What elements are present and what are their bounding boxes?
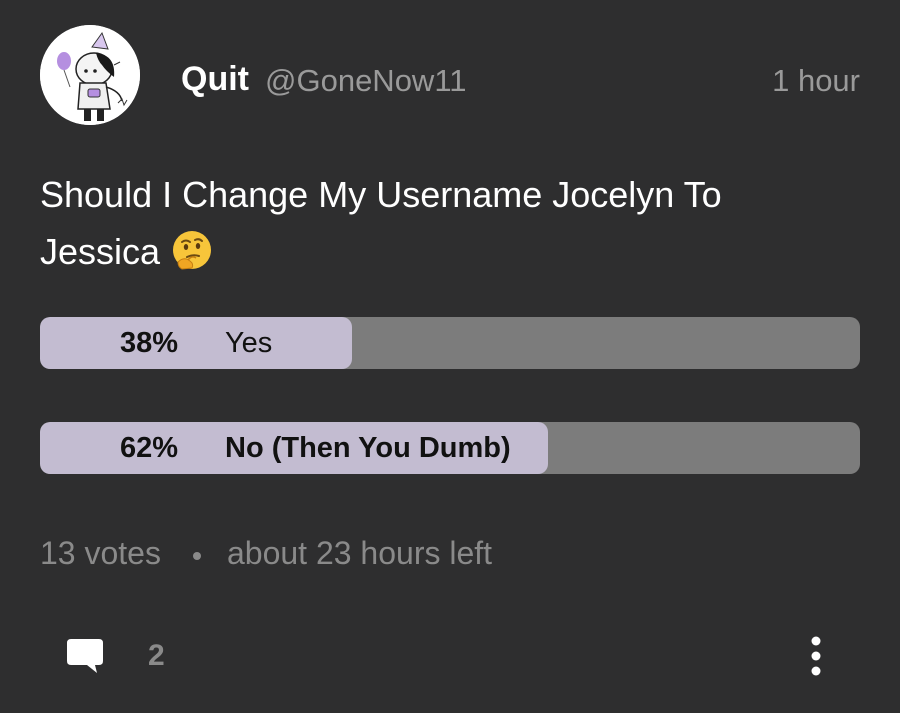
comment-bubble-icon[interactable] <box>66 637 104 675</box>
poll-option-yes[interactable]: 38% Yes <box>40 317 860 369</box>
poll-option-percent: 62% <box>120 432 179 464</box>
poll-option-fill <box>40 317 352 369</box>
poll-option-no[interactable]: 62% No (Then You Dumb) <box>40 422 860 474</box>
separator-dot <box>192 551 201 560</box>
comment-count[interactable]: 2 <box>148 636 165 676</box>
more-vertical-icon[interactable] <box>806 635 826 677</box>
poll-option-label: Yes <box>225 327 273 359</box>
poll-post: Quit @GoneNow11 1 hour Should I Change M… <box>0 0 900 713</box>
poll-option-percent: 38% <box>120 327 179 359</box>
avatar-drawing-icon <box>40 25 140 125</box>
thinking-face-icon <box>173 231 212 270</box>
author-display-name[interactable]: Quit <box>181 56 249 102</box>
vote-count: 13 votes <box>40 535 161 571</box>
author-avatar[interactable] <box>40 25 140 125</box>
author-handle[interactable]: @GoneNow11 <box>265 58 467 104</box>
post-timestamp: 1 hour <box>772 63 860 98</box>
poll-question-text: Should I Change My Username Jocelyn To J… <box>40 174 722 272</box>
poll-option-label: No (Then You Dumb) <box>225 432 511 464</box>
poll-meta: 13 votes about 23 hours left <box>40 530 492 576</box>
poll-question: Should I Change My Username Jocelyn To J… <box>40 166 840 280</box>
time-left: about 23 hours left <box>226 535 493 571</box>
